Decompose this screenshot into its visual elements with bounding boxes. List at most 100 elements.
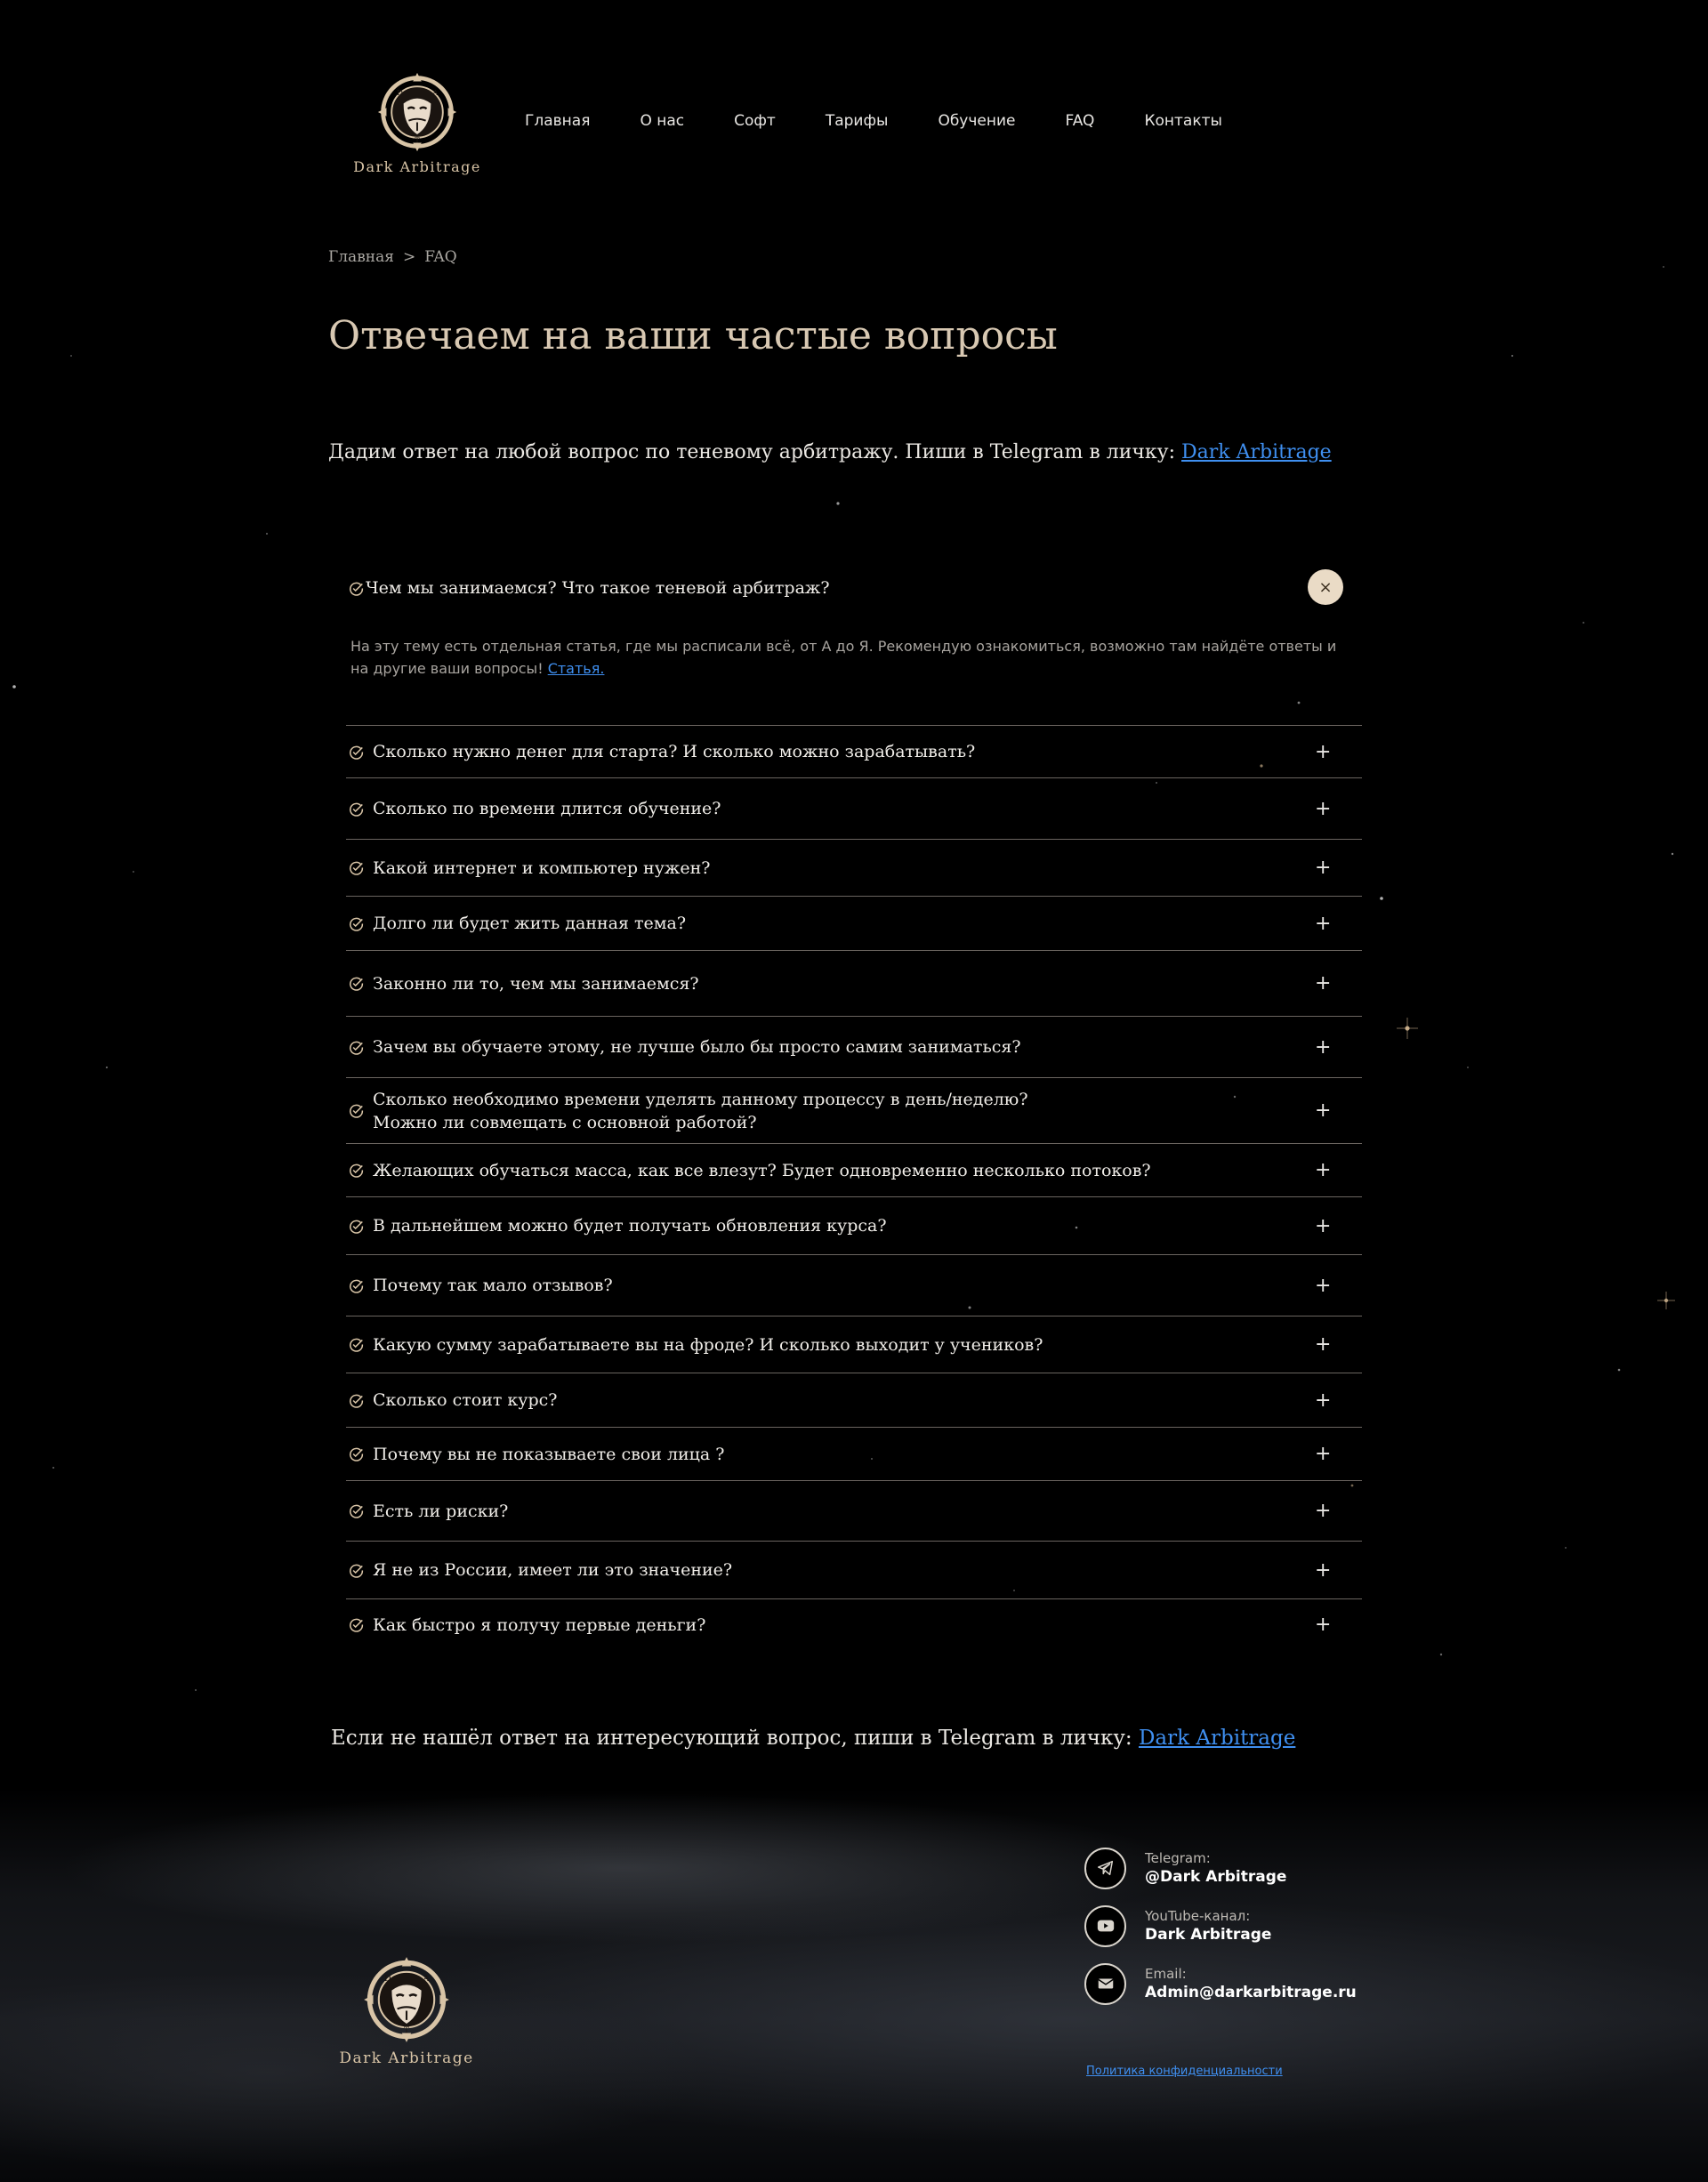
- logo-text: Dark Arbitrage: [353, 158, 481, 175]
- telegram-link[interactable]: Dark Arbitrage: [1181, 441, 1332, 463]
- faq-item[interactable]: Есть ли риски? +: [346, 1480, 1362, 1541]
- contact-label: Telegram:: [1145, 1850, 1211, 1866]
- nav-item-faq[interactable]: FAQ: [1066, 112, 1095, 130]
- page-title: Отвечаем на ваши частые вопросы: [328, 313, 1058, 358]
- faq-item[interactable]: Желающих обучаться масса, как все влезут…: [346, 1143, 1362, 1196]
- faq-item[interactable]: Какой интернет и компьютер нужен? +: [346, 839, 1362, 896]
- faq-accordion: Чем мы занимаемся? Что такое теневой арб…: [346, 560, 1362, 1650]
- plus-icon[interactable]: +: [1315, 972, 1331, 994]
- faq-question-text: Сколько необходимо времени уделять данно…: [373, 1089, 1028, 1109]
- faq-answer: На эту тему есть отдельная статья, где м…: [350, 635, 1342, 680]
- header-logo[interactable]: D A T Dark Arbitrage: [353, 69, 481, 175]
- faq-item[interactable]: Зачем вы обучаете этому, не лучше было б…: [346, 1016, 1362, 1077]
- faq-item[interactable]: Сколько нужно денег для старта? И скольк…: [346, 725, 1362, 777]
- faq-item[interactable]: Долго ли будет жить данная тема? +: [346, 896, 1362, 950]
- faq-question-open-text: Чем мы занимаемся? Что такое теневой арб…: [366, 578, 830, 598]
- nav-item-about[interactable]: О нас: [640, 112, 684, 130]
- breadcrumb: Главная > FAQ: [328, 248, 457, 266]
- logo-letter-a: A: [423, 1974, 430, 1984]
- plus-icon[interactable]: +: [1315, 1159, 1331, 1181]
- faq-question-text: Я не из России, имеет ли это значение?: [373, 1560, 733, 1580]
- contact-email[interactable]: Email: Admin@darkarbitrage.ru: [1084, 1961, 1357, 2006]
- footer-logo[interactable]: D A T Dark Arbitrage: [335, 1953, 478, 2067]
- check-circle-icon: [350, 917, 364, 931]
- faq-question-text: Сколько стоит курс?: [373, 1390, 558, 1410]
- faq-answer-text: На эту тему есть отдельная статья, где м…: [350, 638, 1337, 677]
- check-circle-icon: [350, 1394, 364, 1408]
- plus-icon[interactable]: +: [1315, 1215, 1331, 1237]
- plus-icon[interactable]: +: [1315, 741, 1331, 763]
- check-circle-icon: [350, 1564, 364, 1578]
- footer-contacts: Telegram: @Dark Arbitrage YouTube-канал:…: [1084, 1846, 1357, 2019]
- check-circle-icon: [350, 1504, 364, 1518]
- faq-item[interactable]: Сколько стоит курс? +: [346, 1373, 1362, 1427]
- faq-item[interactable]: Я не из России, имеет ли это значение? +: [346, 1541, 1362, 1598]
- intro-text: Дадим ответ на любой вопрос по теневому …: [328, 441, 1332, 463]
- faq-item[interactable]: Почему вы не показываете свои лица ? +: [346, 1427, 1362, 1480]
- logo-letter-t: T: [415, 137, 420, 146]
- check-circle-icon: [350, 1279, 364, 1293]
- plus-icon[interactable]: +: [1315, 1389, 1331, 1412]
- faq-question-text: Какую сумму зарабатываете вы на фроде? И…: [373, 1334, 1043, 1355]
- nav-item-training[interactable]: Обучение: [938, 112, 1015, 130]
- outro-text: Если не нашёл ответ на интересующий вопр…: [331, 1727, 1295, 1750]
- contact-value[interactable]: Dark Arbitrage: [1145, 1925, 1271, 1944]
- contact-label: Email:: [1145, 1966, 1187, 1982]
- check-circle-icon: [350, 1041, 364, 1055]
- check-circle-icon: [350, 861, 364, 875]
- mask-emblem-icon: D A T: [377, 72, 457, 152]
- email-icon: [1084, 1962, 1126, 2005]
- nav-item-contacts[interactable]: Контакты: [1144, 112, 1222, 130]
- check-circle-icon: [350, 1618, 364, 1632]
- faq-item[interactable]: Законно ли то, чем мы занимаемся? +: [346, 950, 1362, 1016]
- breadcrumb-home[interactable]: Главная: [328, 248, 394, 266]
- logo-letter-a: A: [431, 89, 439, 98]
- plus-icon[interactable]: +: [1315, 798, 1331, 820]
- faq-item[interactable]: Сколько необходимо времени уделять данно…: [346, 1077, 1362, 1143]
- check-circle-icon: [350, 1447, 364, 1461]
- plus-icon[interactable]: +: [1315, 1333, 1331, 1356]
- nav-item-soft[interactable]: Софт: [734, 112, 776, 130]
- faq-question-text: Какой интернет и компьютер нужен?: [373, 858, 711, 878]
- contact-youtube[interactable]: YouTube-канал: Dark Arbitrage: [1084, 1904, 1357, 1948]
- faq-close-button[interactable]: ×: [1308, 569, 1343, 605]
- faq-item[interactable]: Почему так мало отзывов? +: [346, 1254, 1362, 1316]
- plus-icon[interactable]: +: [1315, 857, 1331, 879]
- plus-icon[interactable]: +: [1315, 1275, 1331, 1297]
- plus-icon[interactable]: +: [1315, 1559, 1331, 1582]
- faq-question-text-line2: Можно ли совмещать с основной работой?: [373, 1112, 757, 1132]
- contact-telegram[interactable]: Telegram: @Dark Arbitrage: [1084, 1846, 1357, 1890]
- plus-icon[interactable]: +: [1315, 1099, 1331, 1122]
- faq-item[interactable]: В дальнейшем можно будет получать обновл…: [346, 1196, 1362, 1254]
- faq-item[interactable]: Сколько по времени длится обучение? +: [346, 777, 1362, 839]
- check-circle-icon: [350, 1163, 364, 1178]
- privacy-policy-link[interactable]: Политика конфиденциальности: [1086, 2065, 1283, 2078]
- youtube-icon: [1084, 1904, 1126, 1947]
- intro-text-content: Дадим ответ на любой вопрос по теневому …: [328, 441, 1181, 463]
- plus-icon[interactable]: +: [1315, 1036, 1331, 1059]
- article-link[interactable]: Статья.: [548, 660, 605, 677]
- faq-item[interactable]: Как быстро я получу первые деньги? +: [346, 1598, 1362, 1650]
- faq-item[interactable]: Какую сумму зарабатываете вы на фроде? И…: [346, 1316, 1362, 1373]
- faq-question-text: Долго ли будет жить данная тема?: [373, 914, 687, 933]
- plus-icon[interactable]: +: [1315, 1500, 1331, 1522]
- telegram-icon: [1084, 1847, 1126, 1889]
- plus-icon[interactable]: +: [1315, 1443, 1331, 1465]
- faq-question-open[interactable]: Чем мы занимаемся? Что такое теневой арб…: [349, 578, 830, 598]
- plus-icon[interactable]: +: [1315, 1614, 1331, 1636]
- check-circle-icon: [350, 1338, 364, 1352]
- faq-question-text: Желающих обучаться масса, как все влезут…: [373, 1160, 1151, 1180]
- plus-icon[interactable]: +: [1315, 913, 1331, 935]
- main-nav: Главная О нас Софт Тарифы Обучение FAQ К…: [525, 112, 1272, 130]
- nav-item-home[interactable]: Главная: [525, 112, 590, 130]
- check-circle-icon: [350, 1104, 364, 1118]
- faq-question-text: Сколько нужно денег для старта? И скольк…: [373, 742, 976, 761]
- check-circle-icon: [350, 582, 364, 596]
- faq-item-open: Чем мы занимаемся? Что такое теневой арб…: [346, 560, 1362, 725]
- faq-question-text: В дальнейшем можно будет получать обновл…: [373, 1216, 887, 1236]
- nav-item-pricing[interactable]: Тарифы: [826, 112, 889, 130]
- contact-value[interactable]: @Dark Arbitrage: [1145, 1867, 1286, 1887]
- faq-question-text: Как быстро я получу первые деньги?: [373, 1614, 706, 1635]
- contact-value[interactable]: Admin@darkarbitrage.ru: [1145, 1983, 1357, 2002]
- telegram-link-bottom[interactable]: Dark Arbitrage: [1139, 1727, 1295, 1750]
